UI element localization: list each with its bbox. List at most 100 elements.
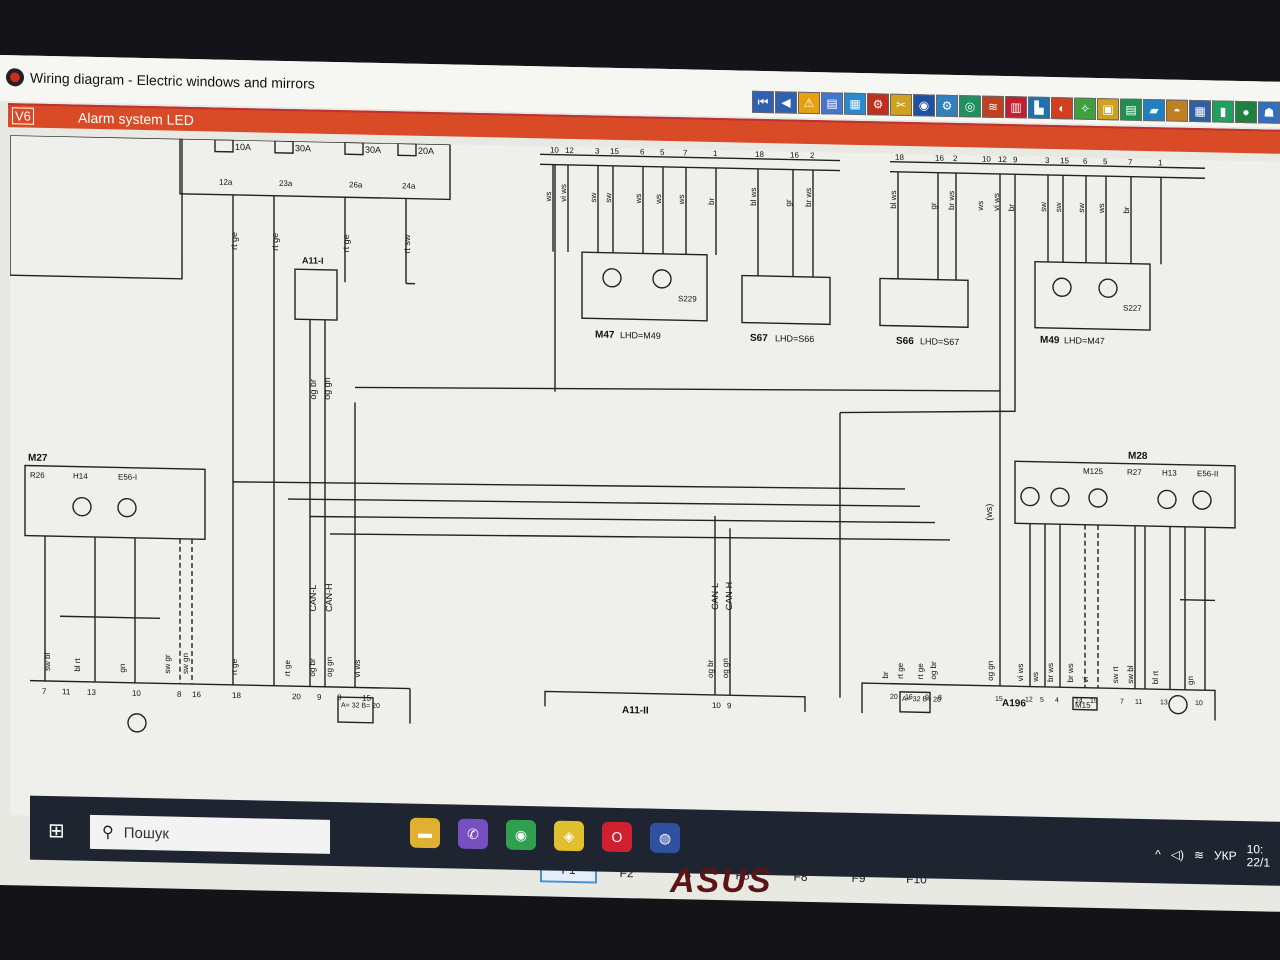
traffic-light-icon[interactable]: ● (1235, 100, 1257, 124)
network-icon[interactable]: ≋ (1194, 848, 1204, 862)
opera-icon[interactable]: O (602, 821, 632, 853)
tools-icon[interactable]: ✂ (890, 93, 912, 117)
connector-pin: 11 (1135, 699, 1142, 706)
seat-icon[interactable]: ▙ (1028, 96, 1050, 119)
wire-color: rt ge (230, 658, 239, 675)
first-page-icon[interactable]: ⏮ (752, 90, 774, 114)
chevron-up-icon[interactable]: ^ (1155, 847, 1161, 861)
connector-pin: 10 (1195, 700, 1203, 707)
gauge-icon[interactable]: ◉ (913, 94, 935, 117)
r26-label: R26 (30, 471, 45, 480)
m27-label: M27 (28, 453, 48, 464)
warning-icon[interactable]: ⚠ (798, 91, 820, 115)
wire-color: og gn (986, 661, 995, 681)
connector-pin: 9 (1013, 155, 1018, 164)
fuse-wire-color: rt ge (229, 232, 239, 250)
document-icon[interactable]: ▤ (821, 92, 843, 115)
clock-date: 22/1 (1246, 855, 1270, 870)
s66-label: S66 (896, 336, 914, 347)
connector-pin: 6 (640, 147, 645, 156)
radio-icon[interactable]: ▦ (1189, 99, 1211, 123)
connector-pin: 8 (938, 695, 942, 702)
fuse-pin: 24a (402, 181, 416, 190)
connector-pin: 5 (1103, 157, 1108, 166)
wiring-diagram-canvas[interactable]: 10A 12a rt ge 30A 23a rt ge 30A 26a rt ge 20A 24a r… (10, 135, 1280, 886)
brake-icon[interactable]: ◎ (959, 95, 981, 118)
connector-pin: 3 (1045, 156, 1050, 165)
s227-label: S227 (1123, 304, 1142, 313)
chrome-icon[interactable]: ◉ (506, 819, 536, 851)
wire-color: br (881, 671, 890, 679)
wire-color: bl rt (73, 657, 82, 671)
viber-icon[interactable]: ✆ (458, 818, 488, 850)
wire-color: ws (1097, 203, 1106, 214)
windows-start-icon[interactable]: ⊞ (48, 818, 65, 843)
connector-pin: 7 (42, 687, 47, 696)
connector-pin: 18 (895, 153, 904, 162)
suspension-icon[interactable]: ≋ (982, 95, 1004, 119)
wire-color: sw (1039, 202, 1048, 212)
connector-pin: 13 (1160, 699, 1168, 706)
fuse (344, 141, 364, 156)
app-logo-icon (6, 68, 24, 87)
connector-pin: 7 (1120, 698, 1124, 705)
fuse-wire-color: rt ge (341, 234, 351, 252)
connector-pin: 9 (925, 694, 929, 701)
battery-icon[interactable]: ▮ (1212, 100, 1234, 123)
wire-color: br ws (1066, 663, 1075, 682)
connector-pin: 1 (713, 149, 718, 158)
fuse-rating: 30A (365, 145, 381, 155)
language-indicator[interactable]: УКР (1214, 848, 1237, 862)
transmission-icon[interactable]: ⚙ (936, 94, 958, 118)
wire-color: vi (1081, 677, 1090, 683)
connector-pin: 13 (87, 688, 96, 697)
wire-color: sw (604, 193, 613, 203)
diagnostic-app-icon[interactable]: ◍ (650, 822, 680, 854)
wire-color: sw (1077, 203, 1086, 213)
key-icon[interactable]: ✧ (1074, 97, 1096, 120)
wire-color: br ws (804, 188, 813, 207)
wiper-icon[interactable]: ◓ (1166, 99, 1188, 122)
body-icon[interactable]: ▥ (1005, 96, 1027, 119)
wire-color: og gn (721, 658, 730, 678)
photo-icon[interactable]: ▦ (844, 92, 866, 116)
shield-app-icon[interactable]: ◈ (554, 820, 584, 852)
fuse (214, 138, 234, 153)
wire-color: sw gn (181, 653, 190, 674)
wire-color: gn (1186, 676, 1195, 685)
engine-icon[interactable]: ⚙ (867, 93, 889, 116)
wire-color: ws (544, 192, 553, 203)
connector-pin: 8 (177, 690, 182, 699)
back-icon[interactable]: ◀ (775, 91, 797, 114)
lamp-icon[interactable]: ◐ (1051, 97, 1073, 120)
fuse-wire-color: rt ge (270, 233, 280, 251)
file-explorer-icon[interactable]: ▬ (410, 817, 440, 849)
connector-pin: 12 (1025, 696, 1033, 703)
fuse-rating: 20A (418, 146, 434, 156)
wire-color: br (707, 197, 716, 205)
wire-color: gr (784, 199, 793, 207)
wire-color: og br (706, 659, 715, 678)
clock[interactable]: 10: 22/1 (1246, 842, 1270, 870)
fuse-icon[interactable]: ▣ (1097, 97, 1119, 121)
wire-color: ws (1031, 672, 1040, 683)
wire-color: sw (1054, 202, 1063, 212)
car-icon[interactable]: ▰ (1143, 98, 1165, 122)
connector-pin: 10 (550, 146, 559, 155)
person-icon[interactable]: ☗ (1258, 101, 1280, 124)
connector-pin: 16 (192, 690, 201, 699)
a11-wire-2: og gn (322, 377, 332, 400)
connector-pin: 5 (660, 148, 665, 157)
connector-pin: 10 (132, 689, 141, 698)
wire-color: vi ws (1016, 664, 1025, 682)
wire-color: og gn (325, 657, 334, 677)
taskbar-search[interactable]: ⚲ Пошук (90, 814, 330, 854)
wire-color: br ws (947, 191, 956, 210)
connector-pin: 5 (1040, 697, 1044, 704)
connector-pin: 16 (790, 151, 799, 160)
wire-color: gn (118, 664, 127, 673)
search-icon: ⚲ (102, 824, 114, 842)
volume-icon[interactable]: ◁) (1171, 848, 1184, 862)
connector-icon[interactable]: ▤ (1120, 98, 1142, 121)
a11-wire-1: og br (308, 379, 318, 400)
